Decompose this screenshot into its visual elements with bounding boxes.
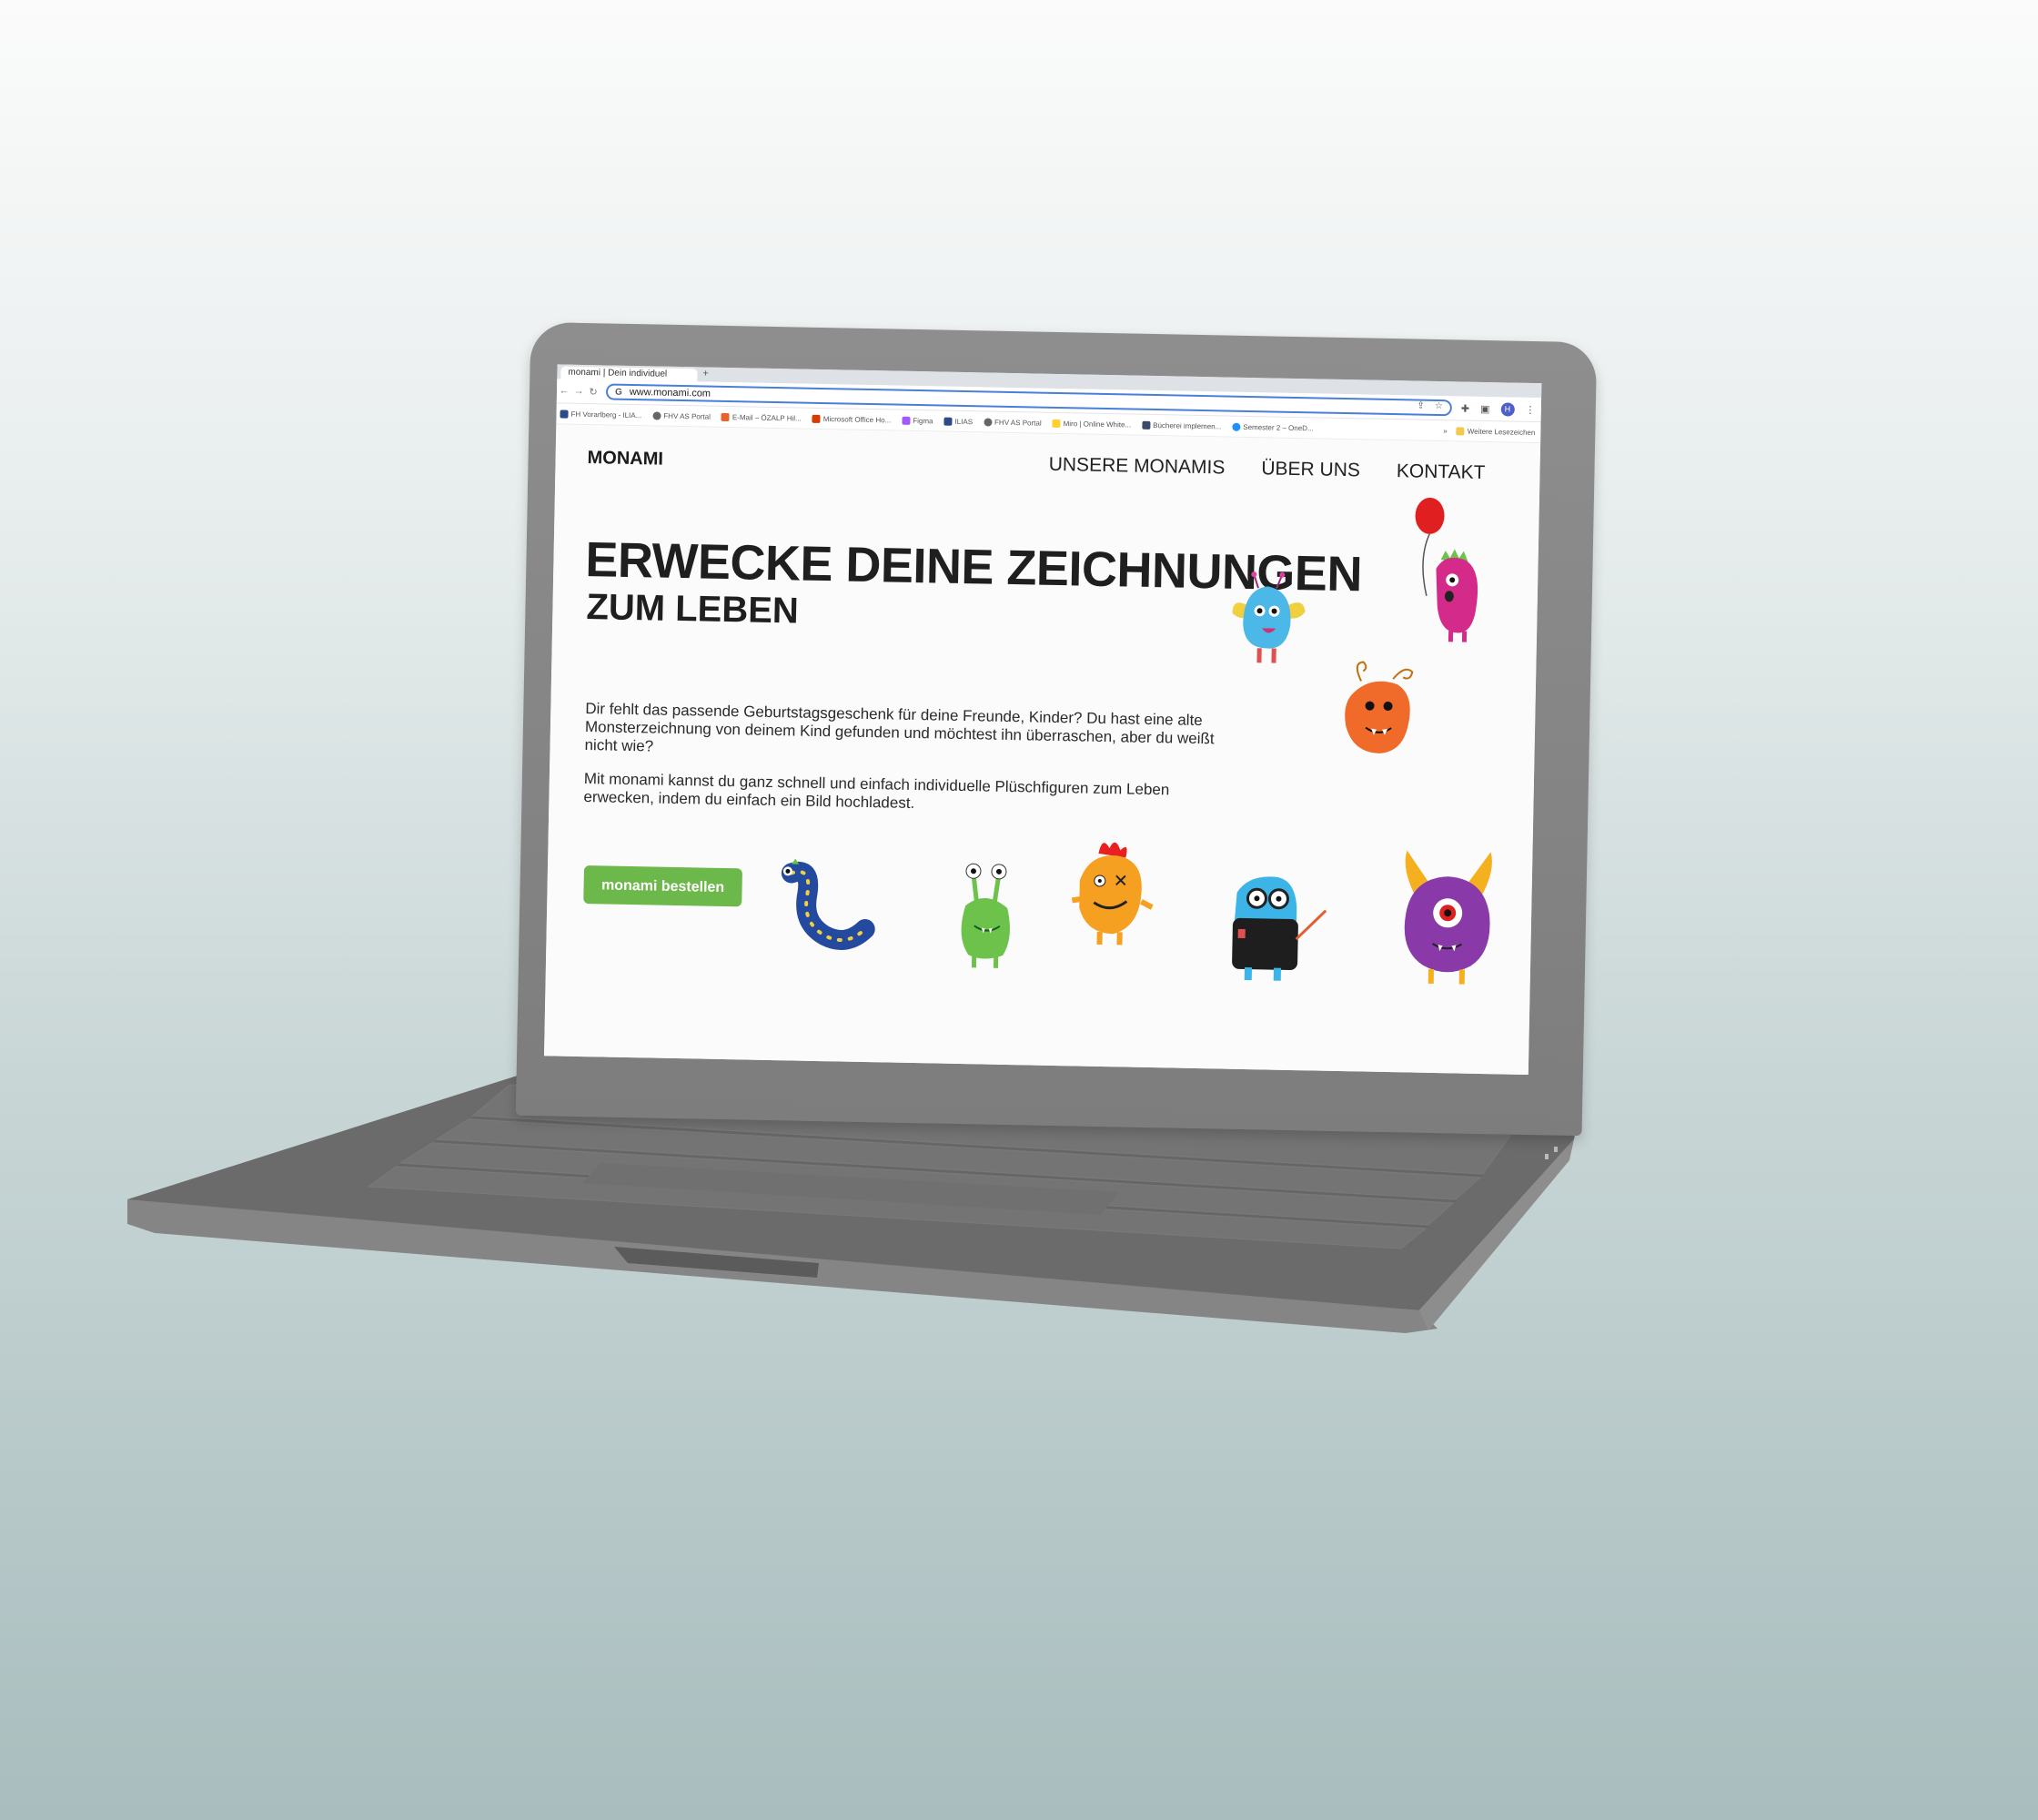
search-engine-icon: G (614, 387, 622, 398)
microsoft-icon (721, 412, 730, 421)
miro-icon (1052, 419, 1061, 428)
bookmark-item[interactable]: ILIAS (943, 417, 973, 426)
bookmarks-overflow-button[interactable]: » (1443, 427, 1448, 435)
blue-teacher-monster-image (1232, 876, 1327, 981)
orange-monster-image (1345, 661, 1414, 753)
bookmark-item[interactable]: Miro | Online White... (1052, 419, 1131, 429)
other-bookmarks-folder[interactable]: Weitere Lesezeichen (1456, 426, 1535, 437)
blue-winged-monster-image (1232, 571, 1306, 663)
website-page: MONAMI UNSERE MONAMIS ÜBER UNS KONTAKT E… (543, 424, 1541, 1076)
globe-icon (652, 410, 661, 420)
bookmark-item[interactable]: FHV AS Portal (652, 410, 711, 420)
toolbar-icons: ✚ ▣ H ⋮ (1461, 401, 1536, 417)
nav-unsere-monamis[interactable]: UNSERE MONAMIS (1048, 454, 1226, 480)
bookmark-item[interactable]: FH Vorarlberg - ILIA... (560, 409, 641, 420)
onedrive-icon (1232, 422, 1241, 431)
omnibox-icons: ⇪ ☆ (1417, 401, 1443, 412)
bookmarks-more: » Weitere Lesezeichen (1443, 427, 1540, 437)
library-icon (1142, 420, 1151, 430)
bookmark-item[interactable]: Figma (902, 416, 933, 425)
bookmark-item[interactable]: E-Mail – ÖZALP Hil... (721, 412, 802, 422)
purple-cyclops-monster-image (1404, 850, 1492, 985)
reload-icon[interactable]: ↻ (586, 386, 600, 398)
back-arrow-icon[interactable]: ← (557, 385, 571, 396)
bookmark-favicon (560, 409, 569, 419)
site-logo[interactable]: MONAMI (587, 448, 663, 470)
nav-ueber-uns[interactable]: ÜBER UNS (1261, 458, 1360, 481)
extensions-icon[interactable]: ✚ (1461, 402, 1469, 414)
browser-window: monami | Dein individuel + ← → ↻ G www.m… (543, 364, 1542, 1076)
order-monami-button[interactable]: monami bestellen (583, 865, 742, 907)
bookmark-item[interactable]: Semester 2 – OneD... (1232, 422, 1314, 432)
bookmark-item[interactable]: Bücherei implemen... (1142, 420, 1221, 430)
folder-icon (1456, 426, 1465, 436)
menu-icon[interactable]: ⋮ (1525, 403, 1535, 415)
pink-monster-balloon-image (1415, 497, 1478, 642)
globe-icon (984, 417, 993, 427)
laptop-lid: monami | Dein individuel + ← → ↻ G www.m… (515, 321, 1598, 1137)
orange-rooster-monster-image (1071, 842, 1154, 945)
forward-arrow-icon[interactable]: → (571, 386, 586, 397)
intro-paragraph: Dir fehlt das passende Geburtstagsgesche… (584, 700, 1215, 755)
bookmark-item[interactable]: FHV AS Portal (984, 417, 1042, 427)
blue-snake-monster-image (781, 858, 875, 950)
green-eyestalk-monster-image (961, 863, 1010, 968)
star-icon[interactable]: ☆ (1435, 401, 1443, 411)
description-paragraph: Mit monami kannst du ganz schnell und ei… (583, 770, 1170, 813)
ilias-icon (943, 417, 953, 426)
nav-kontakt[interactable]: KONTAKT (1397, 460, 1486, 484)
main-navigation: UNSERE MONAMIS ÜBER UNS KONTAKT (1048, 454, 1486, 484)
bookmark-item[interactable]: Microsoft Office Ho... (812, 414, 891, 424)
sidepanel-icon[interactable]: ▣ (1480, 402, 1490, 414)
url-text[interactable]: www.monami.com (630, 387, 711, 399)
office-icon (812, 414, 821, 423)
share-icon[interactable]: ⇪ (1417, 401, 1425, 411)
new-tab-button[interactable]: + (702, 368, 709, 379)
hero-subheadline: ZUM LEBEN (586, 587, 800, 632)
profile-avatar[interactable]: H (1500, 401, 1515, 417)
figma-icon (902, 416, 911, 425)
